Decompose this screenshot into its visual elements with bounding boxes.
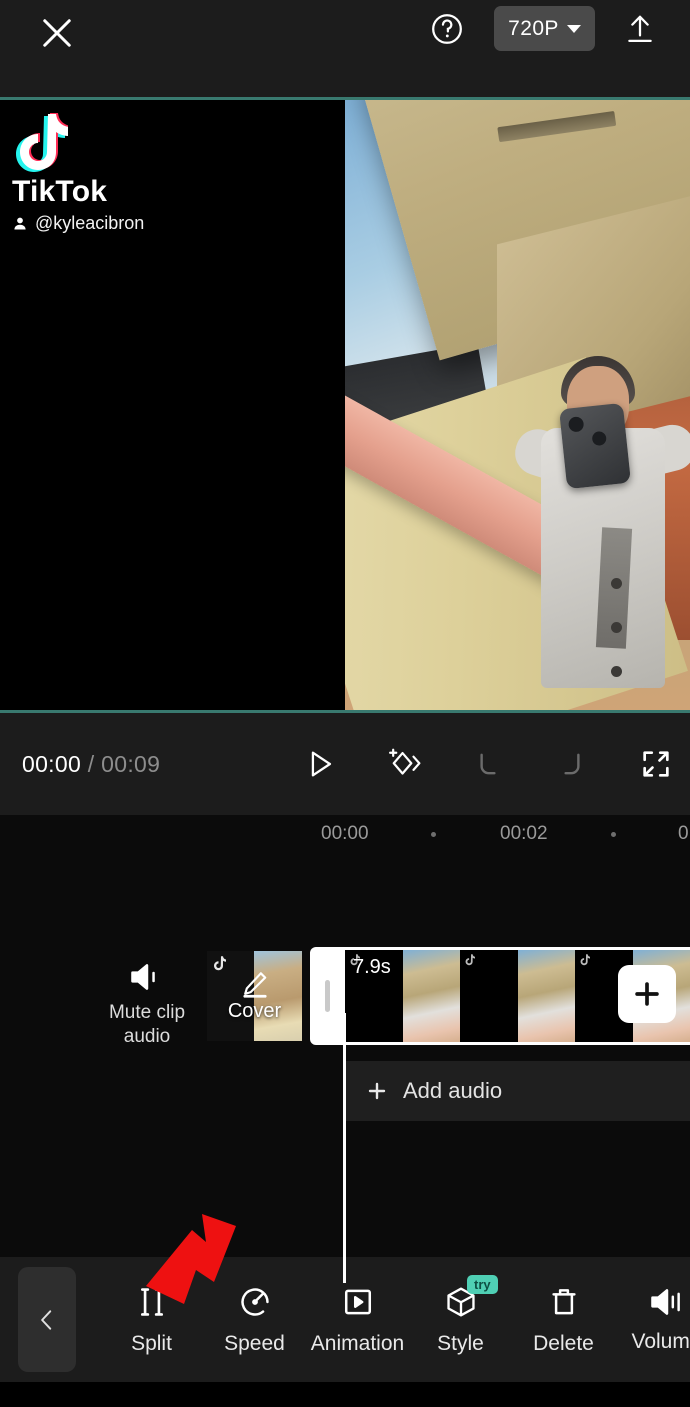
clip-trim-handle-left[interactable] [310,947,345,1045]
total-time: 00:09 [101,750,161,777]
ruler-dot-1 [431,832,436,837]
resolution-label: 720P [508,16,559,40]
current-time: 00:00 [22,750,82,777]
animation-play-icon [344,1289,371,1314]
clip-duration-label: 7.9s [353,956,391,978]
redo-icon[interactable] [552,744,592,784]
add-keyframe-icon[interactable] [384,744,424,784]
add-audio-label: Add audio [403,1078,503,1103]
help-circle-icon[interactable] [422,6,472,52]
watermark-title: TikTok [12,175,108,208]
timeline-area[interactable]: 00:00 00:02 0 Mute clip audio Cover 7.9s… [0,815,690,1283]
tool-delete[interactable]: Delete [512,1257,615,1382]
ruler-dot-2 [611,832,616,837]
plus-icon [368,1082,386,1100]
tiktok-watermark: TikTok @kyleacibron [12,110,144,234]
preview-video-frame [345,100,690,710]
mute-clip-label-2: audio [123,1026,171,1047]
tool-label: Delete [533,1331,594,1355]
trash-icon [551,1288,576,1314]
add-audio-track[interactable]: Add audio [345,1061,690,1121]
bottom-safe-area [0,1382,690,1407]
annotation-arrow-icon [140,1212,244,1306]
tool-volume[interactable]: Volume [615,1257,690,1382]
ruler-tick-2: 0 [678,823,689,844]
clip-frame [460,950,518,1042]
video-preview[interactable]: TikTok @kyleacibron [0,100,690,710]
person-icon [14,217,26,230]
undo-icon[interactable] [468,744,508,784]
try-badge: try [467,1275,498,1294]
cover-label: Cover [227,999,282,1022]
ruler-tick-1: 00:02 [500,823,548,844]
chevron-down-icon [566,24,581,33]
tool-label: Split [131,1331,172,1355]
time-display: 00:00 / 00:09 [22,751,160,778]
trim-handle-grip [325,980,330,1012]
close-icon[interactable] [32,8,82,58]
tool-label: Style [437,1331,484,1355]
watermark-username: @kyleacibron [35,213,145,233]
tool-label: Speed [224,1331,285,1355]
chevron-left-icon [41,1309,52,1330]
playhead-indicator[interactable] [343,1013,346,1283]
playback-bar: 00:00 / 00:09 [0,713,690,815]
capcut-editor-screen: 720P TikTok @kyleacibron 00:00 / 00:09 0… [0,0,690,1407]
clip-frame [402,950,460,1042]
tool-label: Animation [310,1331,405,1355]
tool-label: Volume [631,1329,690,1353]
mute-clip-label-1: Mute clip [108,1002,186,1023]
play-icon[interactable] [300,744,340,784]
resolution-selector[interactable]: 720P [494,6,595,51]
speaker-volume-icon [650,1288,680,1315]
back-button[interactable] [18,1267,76,1372]
plus-icon [635,982,659,1006]
time-separator: / [87,750,95,777]
tool-animation[interactable]: Animation [306,1257,409,1382]
tiktok-note-icon [12,110,68,172]
clip-frame [517,950,575,1042]
timeline-ruler: 00:00 00:02 0 [0,815,690,855]
speaker-mute-icon [131,964,155,990]
fullscreen-icon[interactable] [636,744,676,784]
tool-style[interactable]: try Style [409,1257,512,1382]
cover-button[interactable]: Cover [207,951,302,1041]
upload-icon[interactable] [617,6,663,52]
mute-clip-audio-button[interactable]: Mute clip audio [107,961,187,1049]
watermark-username-row: @kyleacibron [12,213,144,234]
ruler-tick-0: 00:00 [321,823,369,844]
add-clip-button[interactable] [618,965,676,1023]
top-header-bar: 720P [0,0,690,97]
pencil-icon [242,971,267,998]
